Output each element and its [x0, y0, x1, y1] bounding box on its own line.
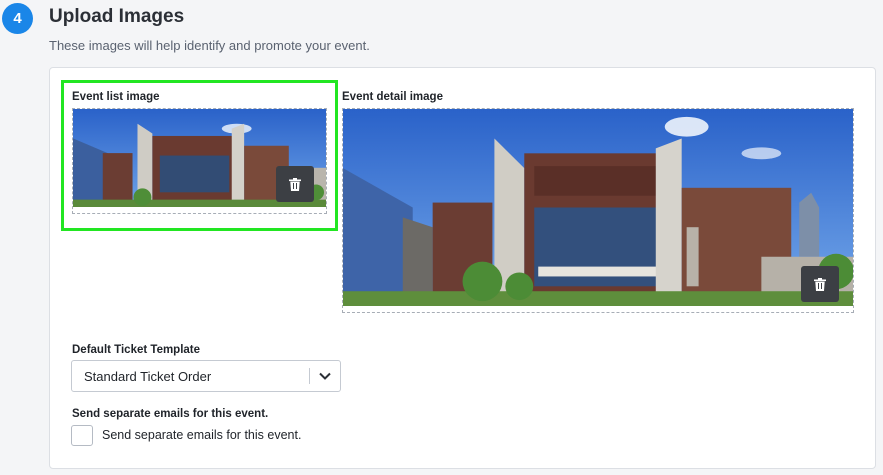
step-number-badge: 4 — [2, 3, 33, 34]
delete-detail-image-button[interactable] — [801, 266, 839, 302]
trash-icon — [289, 177, 301, 191]
separate-emails-checkbox-label[interactable]: Send separate emails for this event. — [102, 428, 301, 442]
ticket-template-selected-value: Standard Ticket Order — [84, 368, 212, 384]
ticket-template-select[interactable]: Standard Ticket Order — [71, 360, 341, 392]
upload-images-card: Event list image Event detail image Defa… — [49, 67, 876, 469]
delete-list-image-button[interactable] — [276, 166, 314, 202]
ticket-template-label: Default Ticket Template — [72, 344, 201, 356]
event-list-image-dropzone[interactable] — [72, 108, 327, 214]
section-subtitle: These images will help identify and prom… — [49, 38, 370, 53]
chevron-down-icon[interactable] — [310, 361, 340, 391]
event-detail-image-label: Event detail image — [342, 91, 443, 103]
event-detail-image-dropzone[interactable] — [342, 108, 854, 313]
separate-emails-heading: Send separate emails for this event. — [72, 408, 269, 420]
separate-emails-checkbox[interactable] — [71, 425, 93, 446]
event-list-image-label: Event list image — [72, 91, 160, 103]
section-title: Upload Images — [49, 6, 185, 27]
trash-icon — [814, 277, 826, 291]
event-detail-image-photo — [343, 109, 853, 306]
